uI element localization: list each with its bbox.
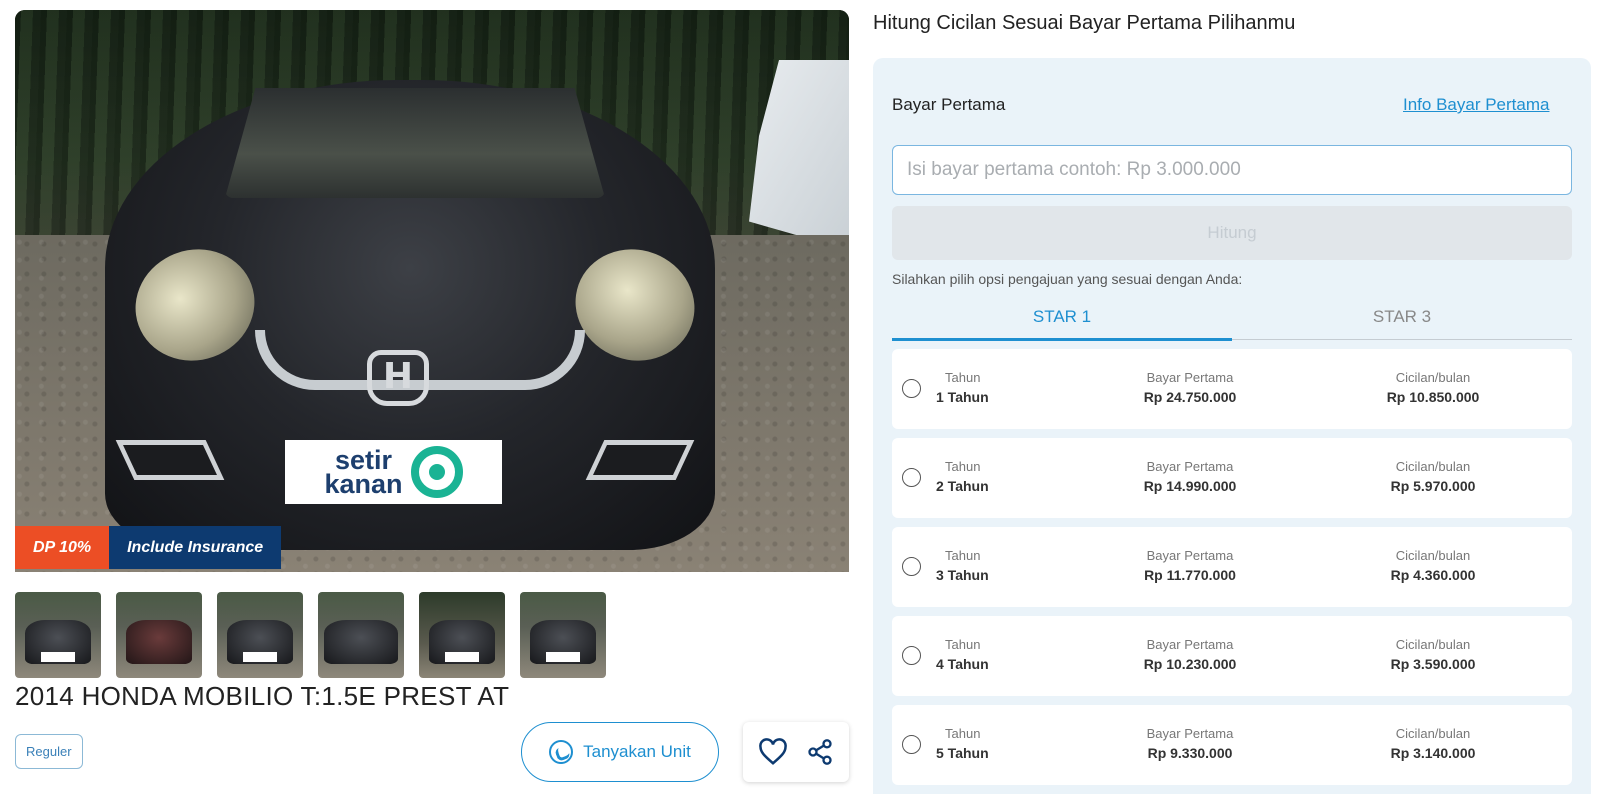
steering-wheel-icon xyxy=(410,446,463,498)
bayar-pertama-input[interactable] xyxy=(892,145,1572,195)
tenor-option[interactable]: Tahun 1 Tahun Bayar Pertama Rp 24.750.000 … xyxy=(892,349,1572,429)
dp-value: Rp 14.990.000 xyxy=(1143,478,1237,494)
thumbnail-2[interactable] xyxy=(116,592,202,678)
tenor-options: Tahun 1 Tahun Bayar Pertama Rp 24.750.000 … xyxy=(892,349,1572,794)
radio-button[interactable] xyxy=(902,468,921,487)
ask-unit-button[interactable]: Tanyakan Unit xyxy=(521,722,719,782)
tenor-label: Tahun xyxy=(945,459,981,474)
installment-label: Cicilan/bulan xyxy=(1395,637,1471,652)
whatsapp-icon xyxy=(549,740,574,764)
dp-value: Rp 9.330.000 xyxy=(1147,745,1233,761)
action-buttons xyxy=(743,722,849,782)
installment-label: Cicilan/bulan xyxy=(1395,459,1471,474)
tenor-label: Tahun xyxy=(945,726,981,741)
tenor-label: Tahun xyxy=(945,370,981,385)
dp-value: Rp 11.770.000 xyxy=(1144,567,1236,583)
reguler-tag: Reguler xyxy=(15,734,83,769)
installment-label: Cicilan/bulan xyxy=(1395,370,1471,385)
plate-logo-text: setir kanan xyxy=(324,445,403,499)
ask-unit-label: Tanyakan Unit xyxy=(583,742,691,761)
dp-label: Bayar Pertama xyxy=(1146,726,1234,741)
tenor-value: 5 Tahun xyxy=(936,745,989,761)
insurance-badge: Include Insurance xyxy=(109,526,282,569)
thumbnail-5[interactable] xyxy=(419,592,505,678)
dp-label: Bayar Pertama xyxy=(1146,637,1234,652)
star-tabs: STAR 1 STAR 3 xyxy=(892,298,1572,341)
car-foglight-right xyxy=(585,440,695,480)
promo-badges: DP 10% Include Insurance xyxy=(15,526,282,569)
installment-value: Rp 4.360.000 xyxy=(1390,567,1476,583)
tab-star-1[interactable]: STAR 1 xyxy=(892,298,1232,341)
thumbnail-1[interactable] xyxy=(15,592,101,678)
setir-kanan-plate-logo: setir kanan xyxy=(285,440,502,504)
dp-label: Bayar Pertama xyxy=(1146,459,1234,474)
thumbnail-4[interactable] xyxy=(318,592,404,678)
tenor-option[interactable]: Tahun 5 Tahun Bayar Pertama Rp 9.330.000 C… xyxy=(892,705,1572,785)
tenor-value: 4 Tahun xyxy=(936,656,989,672)
dp-label: Bayar Pertama xyxy=(1146,548,1234,563)
option-hint: Silahkan pilih opsi pengajuan yang sesua… xyxy=(892,271,1243,287)
thumbnail-3[interactable] xyxy=(217,592,303,678)
car-foglight-left xyxy=(115,440,225,480)
thumbnail-strip xyxy=(15,592,606,678)
dp-badge: DP 10% xyxy=(15,526,110,569)
bayar-pertama-label: Bayar Pertama xyxy=(892,95,1006,114)
tenor-label: Tahun xyxy=(945,548,981,563)
installment-value: Rp 3.140.000 xyxy=(1390,745,1476,761)
radio-button[interactable] xyxy=(902,557,921,576)
tenor-value: 1 Tahun xyxy=(936,389,989,405)
tenor-label: Tahun xyxy=(945,637,981,652)
main-car-photo[interactable]: H setir kanan xyxy=(15,10,849,572)
thumbnail-6[interactable] xyxy=(520,592,606,678)
car-title: 2014 HONDA MOBILIO T:1.5E PREST AT xyxy=(15,681,510,711)
honda-logo-icon: H xyxy=(367,350,429,406)
tenor-value: 2 Tahun xyxy=(936,478,989,494)
installment-label: Cicilan/bulan xyxy=(1395,726,1471,741)
dp-label: Bayar Pertama xyxy=(1146,370,1234,385)
installment-value: Rp 10.850.000 xyxy=(1386,389,1480,405)
radio-button[interactable] xyxy=(902,735,921,754)
dp-value: Rp 10.230.000 xyxy=(1143,656,1237,672)
installment-value: Rp 3.590.000 xyxy=(1390,656,1476,672)
radio-button[interactable] xyxy=(902,379,921,398)
tenor-option[interactable]: Tahun 4 Tahun Bayar Pertama Rp 10.230.000 … xyxy=(892,616,1572,696)
share-icon[interactable] xyxy=(803,735,837,769)
tenor-option[interactable]: Tahun 2 Tahun Bayar Pertama Rp 14.990.000 … xyxy=(892,438,1572,518)
car-windshield xyxy=(225,88,605,198)
dp-value: Rp 24.750.000 xyxy=(1143,389,1237,405)
installment-value: Rp 5.970.000 xyxy=(1390,478,1476,494)
radio-button[interactable] xyxy=(902,646,921,665)
heart-icon[interactable] xyxy=(756,735,790,769)
tenor-value: 3 Tahun xyxy=(936,567,989,583)
hitung-button[interactable]: Hitung xyxy=(892,206,1572,260)
tenor-option[interactable]: Tahun 3 Tahun Bayar Pertama Rp 11.770.000 … xyxy=(892,527,1572,607)
installment-label: Cicilan/bulan xyxy=(1395,548,1471,563)
calculator-heading: Hitung Cicilan Sesuai Bayar Pertama Pili… xyxy=(873,12,1296,34)
info-bayar-pertama-link[interactable]: Info Bayar Pertama xyxy=(1403,95,1549,115)
tab-star-3[interactable]: STAR 3 xyxy=(1232,298,1572,339)
